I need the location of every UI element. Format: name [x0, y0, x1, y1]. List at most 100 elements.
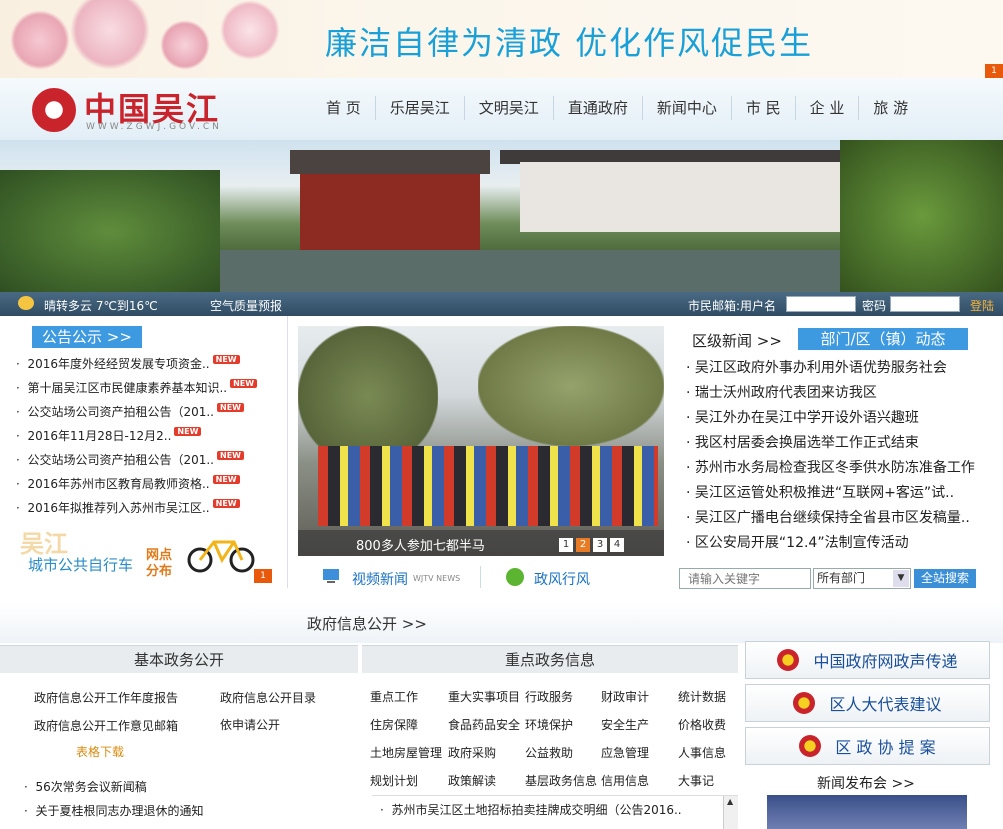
- nav-government[interactable]: 直通政府: [552, 96, 642, 120]
- apply-link[interactable]: 依申请公开: [220, 716, 280, 733]
- key-link[interactable]: 统计数据: [678, 688, 726, 705]
- key-link[interactable]: 应急管理: [601, 744, 649, 761]
- list-item-text[interactable]: 2016年拟推荐列入苏州市吴江区..: [27, 501, 209, 515]
- scrollbar[interactable]: ▲: [723, 796, 738, 829]
- dept-news-title[interactable]: 部门/区（镇）动态 >>: [798, 328, 968, 370]
- chevron-up-icon[interactable]: ▲: [727, 797, 733, 806]
- list-item[interactable]: · 我区村居委会换届选举工作正式结束: [686, 432, 919, 452]
- list-item-text[interactable]: 2016年11月28日-12月2..: [27, 429, 171, 443]
- key-link[interactable]: 人事信息: [678, 744, 726, 761]
- list-item-text[interactable]: 吴江区广播电台继续保持全省县市区发稿量..: [695, 510, 970, 526]
- basic-gov-header[interactable]: 基本政务公开: [0, 645, 358, 673]
- list-item-text[interactable]: 56次常务会议新闻稿: [35, 780, 146, 794]
- key-link[interactable]: 政策解读: [448, 772, 496, 789]
- list-item-text[interactable]: 第十届吴江区市民健康素养基本知识..: [27, 381, 227, 395]
- key-link[interactable]: 环境保护: [525, 716, 573, 733]
- dept-select[interactable]: 所有部门 ▼: [813, 568, 911, 589]
- news-photo[interactable]: [298, 326, 664, 556]
- nav-civilized[interactable]: 文明吴江: [463, 96, 553, 120]
- photo-caption[interactable]: 800多人参加七都半马: [356, 535, 485, 554]
- list-item[interactable]: · 苏州市水务局检查我区冬季供水防冻准备工作: [686, 457, 975, 477]
- list-item-text[interactable]: 公交站场公司资产拍租公告（201..: [27, 405, 214, 419]
- form-download-link[interactable]: 表格下载: [76, 743, 124, 760]
- gov-info-title[interactable]: 政府信息公开 >>: [307, 613, 427, 634]
- list-item-text[interactable]: 2016年苏州市区教育局教师资格..: [27, 477, 209, 491]
- list-item-text[interactable]: 关于夏桂根同志办理退休的通知: [35, 804, 203, 818]
- press-conference-image[interactable]: [767, 795, 967, 829]
- key-link[interactable]: 规划计划: [370, 772, 418, 789]
- list-item[interactable]: · 2016年拟推荐列入苏州市吴江区.. NEW: [16, 499, 240, 516]
- nav-home[interactable]: 首 页: [312, 96, 375, 120]
- page-1-button[interactable]: 1: [559, 538, 573, 552]
- list-item[interactable]: · 2016年11月28日-12月2.. NEW: [16, 427, 202, 444]
- key-link[interactable]: 价格收费: [678, 716, 726, 733]
- list-item-text[interactable]: 2016年度外经经贸发展专项资金..: [27, 357, 209, 371]
- list-item-text[interactable]: 公交站场公司资产拍租公告（201..: [27, 453, 214, 467]
- nav-living[interactable]: 乐居吴江: [374, 96, 464, 120]
- list-item[interactable]: · 吴江区广播电台继续保持全省县市区发稿量..: [686, 507, 970, 527]
- press-conference-title[interactable]: 新闻发布会 >>: [817, 773, 915, 793]
- logo-emblem-icon[interactable]: [32, 88, 76, 132]
- chevron-down-icon[interactable]: ▼: [893, 570, 909, 587]
- key-link[interactable]: 食品药品安全: [448, 716, 520, 733]
- key-link[interactable]: 信用信息: [601, 772, 649, 789]
- key-link[interactable]: 大事记: [678, 772, 714, 789]
- key-link[interactable]: 基层政务信息: [525, 772, 597, 789]
- panel-badge[interactable]: 1: [254, 569, 272, 583]
- key-link[interactable]: 公益救助: [525, 744, 573, 761]
- list-item-text[interactable]: 苏州市水务局检查我区冬季供水防冻准备工作: [695, 460, 975, 476]
- list-item[interactable]: · 苏州市吴江区土地招标拍卖挂牌成交明细（公告2016..: [380, 801, 682, 818]
- nav-news[interactable]: 新闻中心: [641, 96, 731, 120]
- key-link[interactable]: 重点工作: [370, 688, 418, 705]
- list-item-text[interactable]: 区公安局开展“12.4”法制宣传活动: [695, 535, 909, 551]
- key-gov-header[interactable]: 重点政务信息: [362, 645, 738, 673]
- key-link[interactable]: 住房保障: [370, 716, 418, 733]
- list-item[interactable]: · 区公安局开展“12.4”法制宣传活动: [686, 532, 909, 552]
- nav-travel[interactable]: 旅 游: [858, 96, 922, 120]
- wind-link[interactable]: 政风行风: [534, 569, 590, 589]
- catalog-link[interactable]: 政府信息公开目录: [220, 689, 316, 706]
- page-4-button[interactable]: 4: [610, 538, 624, 552]
- key-link[interactable]: 重大实事项目: [448, 688, 520, 705]
- list-item-text[interactable]: 苏州市吴江区土地招标拍卖挂牌成交明细（公告2016..: [391, 803, 681, 817]
- list-item[interactable]: · 公交站场公司资产拍租公告（201.. NEW: [16, 403, 244, 420]
- gov-voice-button[interactable]: 中国政府网政声传递: [745, 641, 990, 679]
- nav-citizen[interactable]: 市 民: [730, 96, 795, 120]
- page-3-button[interactable]: 3: [593, 538, 607, 552]
- opinion-mailbox-link[interactable]: 政府信息公开工作意见邮箱: [34, 717, 178, 734]
- air-quality-link[interactable]: 空气质量预报: [210, 297, 282, 314]
- key-link[interactable]: 财政审计: [601, 688, 649, 705]
- list-item-text[interactable]: 吴江区政府外事办利用外语优势服务社会: [695, 360, 947, 376]
- announcement-title[interactable]: 公告公示 >>: [32, 326, 142, 348]
- list-item[interactable]: · 2016年度外经经贸发展专项资金.. NEW: [16, 355, 240, 372]
- username-input[interactable]: [786, 296, 856, 312]
- page-2-button[interactable]: 2: [576, 538, 590, 552]
- bike-banner[interactable]: 吴江 城市公共自行车 网点 分布: [14, 526, 274, 579]
- list-item[interactable]: · 吴江区运管处积极推进“互联网+客运”试..: [686, 482, 954, 502]
- cppcc-proposal-button[interactable]: 区 政 协 提 案: [745, 727, 990, 765]
- list-item[interactable]: · 56次常务会议新闻稿: [24, 778, 147, 795]
- list-item[interactable]: · 第十届吴江区市民健康素养基本知识.. NEW: [16, 379, 258, 396]
- district-news-title[interactable]: 区级新闻 >>: [692, 330, 782, 351]
- login-button[interactable]: 登陆: [970, 297, 994, 314]
- video-news-link[interactable]: 视频新闻: [352, 569, 408, 589]
- key-link[interactable]: 行政服务: [525, 688, 573, 705]
- key-link[interactable]: 土地房屋管理: [370, 744, 442, 761]
- key-link[interactable]: 政府采购: [448, 744, 496, 761]
- annual-report-link[interactable]: 政府信息公开工作年度报告: [34, 689, 178, 706]
- list-item[interactable]: · 吴江外办在吴江中学开设外语兴趣班: [686, 407, 919, 427]
- npc-proposal-button[interactable]: 区人大代表建议: [745, 684, 990, 722]
- list-item-text[interactable]: 吴江外办在吴江中学开设外语兴趣班: [695, 410, 919, 426]
- nav-enterprise[interactable]: 企 业: [794, 96, 859, 120]
- key-link[interactable]: 安全生产: [601, 716, 649, 733]
- list-item[interactable]: · 公交站场公司资产拍租公告（201.. NEW: [16, 451, 244, 468]
- list-item-text[interactable]: 吴江区运管处积极推进“互联网+客运”试..: [695, 485, 954, 501]
- list-item[interactable]: · 瑞士沃州政府代表团来访我区: [686, 382, 877, 402]
- search-input[interactable]: [679, 568, 811, 589]
- bike-label[interactable]: 城市公共自行车: [28, 554, 133, 575]
- banner-badge[interactable]: 1: [985, 64, 1003, 78]
- list-item[interactable]: · 2016年苏州市区教育局教师资格.. NEW: [16, 475, 240, 492]
- list-item-text[interactable]: 我区村居委会换届选举工作正式结束: [695, 435, 919, 451]
- site-search-button[interactable]: 全站搜索: [914, 569, 976, 588]
- list-item-text[interactable]: 瑞士沃州政府代表团来访我区: [695, 385, 877, 401]
